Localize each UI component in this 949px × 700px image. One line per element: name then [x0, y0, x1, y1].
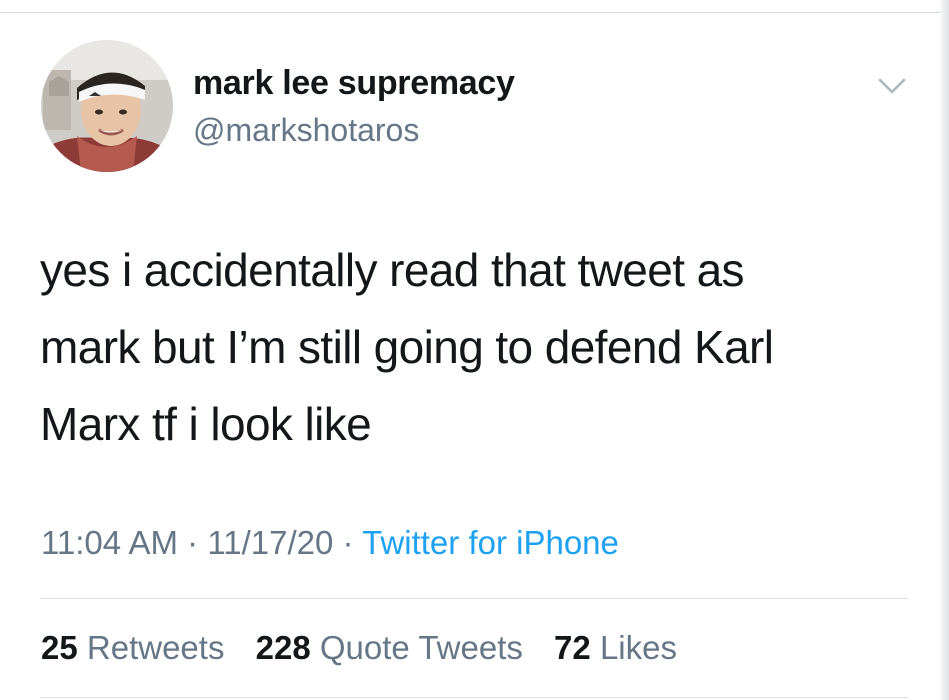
- meta-separator: ·: [342, 524, 354, 561]
- quote-tweets-count: 228: [255, 629, 311, 666]
- retweets-label: Retweets: [86, 629, 225, 666]
- likes-label: Likes: [599, 629, 677, 666]
- stats-divider: [40, 598, 908, 599]
- bottom-divider: [40, 697, 908, 698]
- window-edge: [941, 0, 949, 700]
- chevron-down-icon[interactable]: [876, 74, 908, 98]
- tweet-time[interactable]: 11:04 AM: [41, 524, 178, 561]
- likes-count: 72: [554, 629, 591, 666]
- retweets-count: 25: [41, 629, 78, 666]
- retweets-stat[interactable]: 25 Retweets: [41, 629, 224, 666]
- tweet-date[interactable]: 11/17/20: [207, 524, 333, 561]
- quote-tweets-stat[interactable]: 228 Quote Tweets: [256, 629, 523, 666]
- tweet-text-line: Marx tf i look like: [40, 398, 372, 450]
- user-handle[interactable]: @markshotaros: [193, 112, 419, 149]
- tweet-stats: 25 Retweets 228 Quote Tweets 72 Likes: [41, 629, 699, 667]
- tweet-meta: 11:04 AM · 11/17/20 · Twitter for iPhone: [41, 524, 619, 562]
- tweet-text-line: yes i accidentally read that tweet as: [40, 244, 745, 296]
- quote-tweets-label: Quote Tweets: [319, 629, 523, 666]
- tweet-source-link[interactable]: Twitter for iPhone: [362, 524, 619, 561]
- meta-separator: ·: [187, 524, 199, 561]
- tweet-text-line: mark but I’m still going to defend Karl: [40, 321, 774, 373]
- display-name[interactable]: mark lee supremacy: [193, 64, 515, 103]
- avatar[interactable]: [41, 40, 173, 172]
- likes-stat[interactable]: 72 Likes: [554, 629, 677, 666]
- tweet-text: yes i accidentally read that tweet as ma…: [40, 232, 920, 463]
- tweet-detail: mark lee supremacy @markshotaros yes i a…: [0, 0, 940, 700]
